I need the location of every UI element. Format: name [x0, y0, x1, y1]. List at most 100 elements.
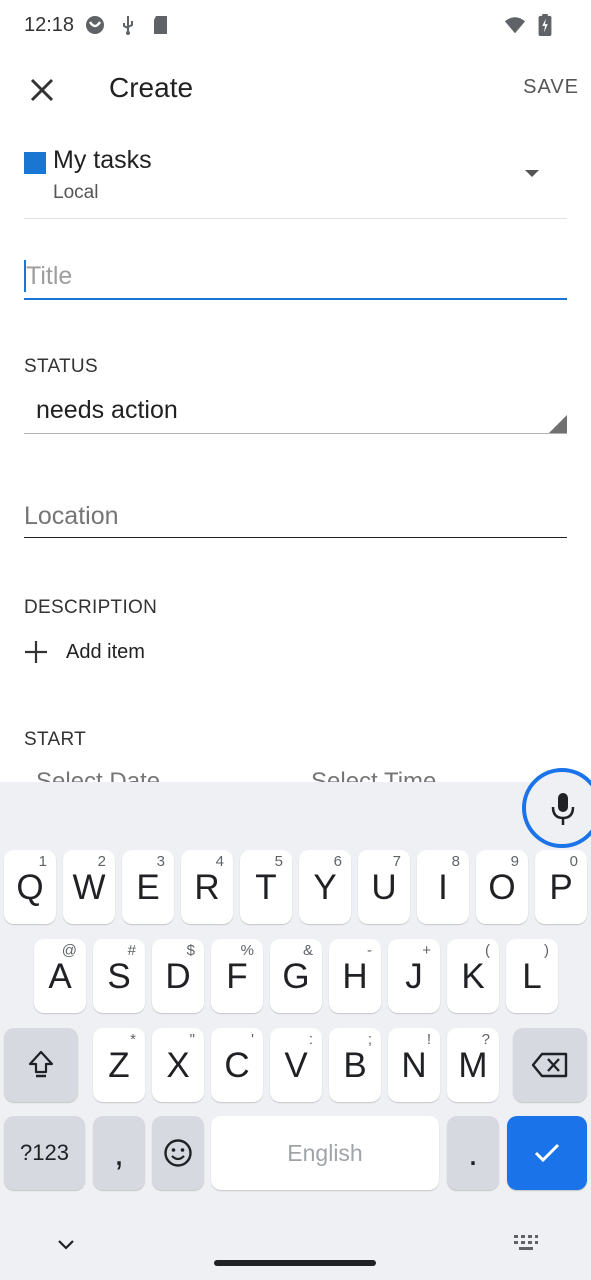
list-name: My tasks [53, 146, 152, 174]
key-label: M [458, 1046, 488, 1085]
emoji-icon [164, 1139, 192, 1167]
key-label: J [405, 957, 423, 996]
dropdown-arrow-icon [525, 170, 539, 177]
backspace-icon [531, 1052, 568, 1078]
comma-key[interactable]: , [93, 1116, 145, 1190]
app-bar: Create SAVE [0, 52, 591, 124]
status-time: 12:18 [24, 14, 75, 36]
key-h[interactable]: -H [329, 939, 381, 1013]
key-o[interactable]: 9O [476, 850, 528, 924]
key-label: T [255, 868, 277, 907]
shift-key[interactable] [4, 1028, 78, 1102]
key-u[interactable]: 7U [358, 850, 410, 924]
title-input[interactable]: Title [24, 250, 567, 300]
status-spinner[interactable]: needs action [24, 388, 567, 434]
plus-icon [25, 641, 47, 663]
backspace-key[interactable] [513, 1028, 587, 1102]
key-c[interactable]: ' C [211, 1028, 263, 1102]
select-date-button[interactable]: Select Date [36, 768, 160, 782]
keyboard-switch-icon[interactable] [513, 1234, 539, 1254]
home-handle[interactable] [214, 1260, 376, 1266]
key-label: U [371, 868, 397, 907]
wifi-icon [504, 17, 526, 34]
key-label: D [165, 957, 191, 996]
key-label: P [549, 868, 573, 907]
start-label: START [24, 729, 87, 750]
key-label: I [438, 868, 448, 907]
spinner-corner-icon [549, 415, 567, 433]
key-label: L [522, 957, 542, 996]
emoji-key[interactable] [152, 1116, 204, 1190]
key-label: G [282, 957, 310, 996]
select-time-button[interactable]: Select Time [311, 768, 436, 782]
save-button[interactable]: SAVE [523, 76, 579, 99]
key-r[interactable]: 4R [181, 850, 233, 924]
key-s[interactable]: # S [93, 939, 145, 1013]
close-icon[interactable] [22, 70, 62, 110]
key-label: B [343, 1046, 367, 1085]
key-label: Z [108, 1046, 130, 1085]
done-key[interactable] [507, 1116, 587, 1190]
task-list-selector[interactable]: My tasks Local [24, 144, 567, 219]
battery-charging-icon [538, 14, 552, 36]
key-k[interactable]: (K [447, 939, 499, 1013]
start-date-row: Select Date Select Time [24, 766, 567, 782]
key-label: C [224, 1046, 250, 1085]
hide-keyboard-icon[interactable] [54, 1232, 78, 1256]
key-m[interactable]: ? M [447, 1028, 499, 1102]
key-n[interactable]: ! N [388, 1028, 440, 1102]
key-z[interactable]: * Z [93, 1028, 145, 1102]
key-label: X [166, 1046, 190, 1085]
key-label: . [468, 1134, 478, 1173]
key-p[interactable]: 0P [535, 850, 587, 924]
status-value: needs action [36, 396, 178, 424]
key-x[interactable]: " X [152, 1028, 204, 1102]
key-label: F [226, 957, 248, 996]
key-label: Y [313, 868, 337, 907]
key-l[interactable]: ) L [506, 939, 558, 1013]
space-key[interactable]: English [211, 1116, 439, 1190]
key-label: ?123 [20, 1140, 69, 1165]
key-e[interactable]: 3E [122, 850, 174, 924]
notification-app-icon [86, 16, 104, 34]
key-g[interactable]: & G [270, 939, 322, 1013]
symbols-key[interactable]: ?123 [4, 1116, 85, 1190]
key-label: S [107, 957, 131, 996]
key-i[interactable]: 8I [417, 850, 469, 924]
key-j[interactable]: + J [388, 939, 440, 1013]
key-label: W [72, 868, 106, 907]
key-q[interactable]: 1Q [4, 850, 56, 924]
key-b[interactable]: ; B [329, 1028, 381, 1102]
key-label: O [488, 868, 516, 907]
key-label: English [287, 1140, 363, 1166]
add-item-label: Add item [66, 641, 145, 663]
status-bar: 12:18 [0, 0, 591, 52]
key-d[interactable]: $ D [152, 939, 204, 1013]
list-color-swatch [24, 152, 46, 174]
key-a[interactable]: @ A [34, 939, 86, 1013]
voice-input-button[interactable] [522, 768, 591, 848]
key-t[interactable]: 5T [240, 850, 292, 924]
key-y[interactable]: 6Y [299, 850, 351, 924]
key-label: V [284, 1046, 308, 1085]
navigation-bar [0, 1212, 591, 1280]
location-placeholder: Location [24, 502, 119, 530]
add-item-button[interactable]: Add item [24, 636, 224, 670]
description-label: DESCRIPTION [24, 597, 158, 618]
key-label: E [136, 868, 160, 907]
shift-icon [28, 1050, 54, 1078]
key-f[interactable]: % F [211, 939, 263, 1013]
page-title: Create [109, 72, 194, 103]
list-account: Local [53, 182, 99, 203]
sd-card-icon [154, 16, 167, 34]
status-label: STATUS [24, 356, 98, 377]
key-w[interactable]: 2W [63, 850, 115, 924]
usb-icon [123, 16, 133, 35]
key-v[interactable]: :V [270, 1028, 322, 1102]
period-key[interactable]: . [447, 1116, 499, 1190]
key-label: H [342, 957, 368, 996]
key-label: K [461, 957, 485, 996]
key-label: Q [16, 868, 44, 907]
location-input[interactable]: Location [24, 494, 567, 538]
key-label: A [48, 957, 72, 996]
